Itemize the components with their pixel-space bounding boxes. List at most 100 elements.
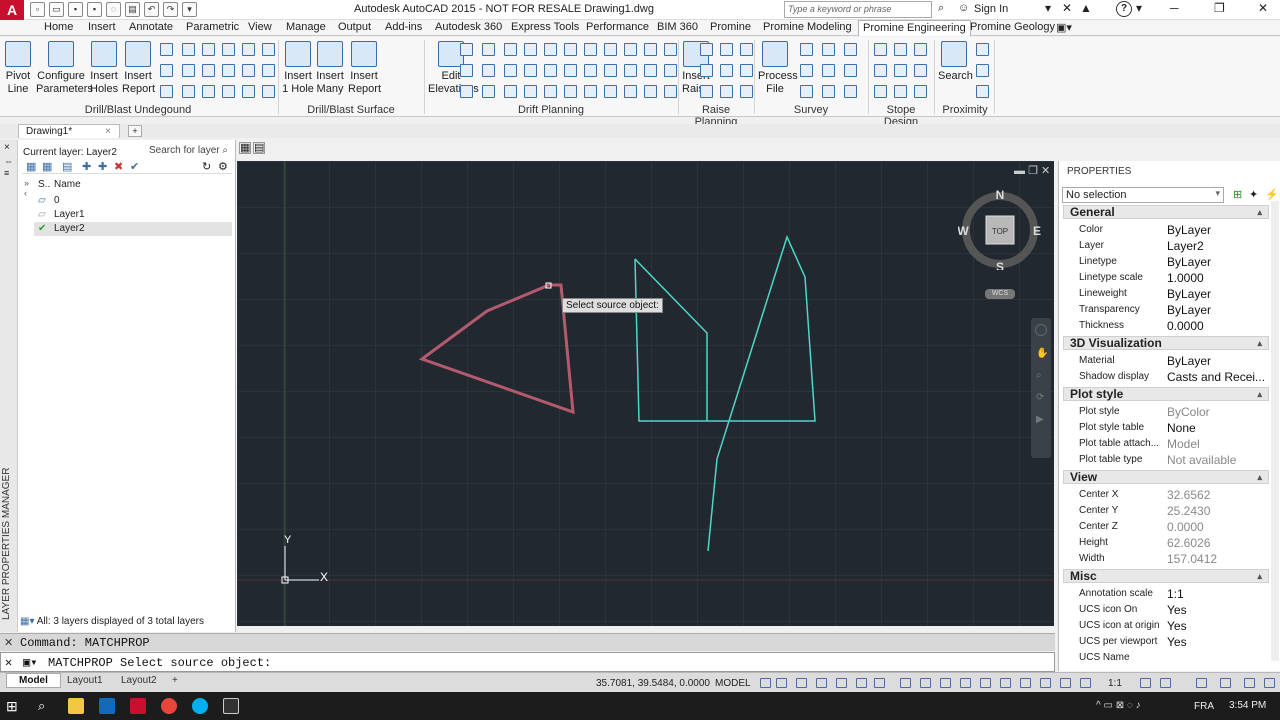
tool-icon[interactable] (564, 85, 577, 98)
property-row[interactable]: Material ByLayer (1063, 353, 1269, 369)
status-toggle-icon[interactable] (760, 678, 771, 688)
property-row[interactable]: Height 62.6026 (1063, 535, 1269, 551)
tool-icon[interactable] (584, 43, 597, 56)
maximize-icon[interactable]: ❐ (1214, 1, 1225, 15)
pivot-line-button[interactable]: Pivot Line (4, 41, 32, 96)
tool-icon[interactable] (202, 43, 215, 56)
layout-grid-icon[interactable]: ▦ (239, 142, 251, 154)
tab-output[interactable]: Output (338, 21, 371, 33)
tool-icon[interactable] (564, 43, 577, 56)
status-toggle-icon[interactable] (1264, 678, 1275, 688)
properties-scrollbar[interactable] (1271, 201, 1279, 661)
app-logo-icon[interactable]: A (0, 0, 24, 20)
tool-icon[interactable] (544, 85, 557, 98)
tool-icon[interactable] (182, 85, 195, 98)
viewport-restore-icon[interactable]: ❐ (1028, 165, 1038, 177)
tool-icon[interactable] (700, 43, 713, 56)
exchange-icon[interactable]: ✕ (1062, 1, 1072, 15)
tool-icon[interactable] (482, 43, 495, 56)
status-toggle-icon[interactable] (1020, 678, 1031, 688)
status-toggle-icon[interactable] (1060, 678, 1071, 688)
tab-add-ins[interactable]: Add-ins (385, 21, 422, 33)
command-line[interactable]: ✕ ▣▾ MATCHPROP Select source object: (0, 652, 1055, 672)
status-toggle-icon[interactable] (980, 678, 991, 688)
property-row[interactable]: Width 157.0412 (1063, 551, 1269, 567)
property-row[interactable]: Center X 32.6562 (1063, 487, 1269, 503)
tool-icon[interactable] (460, 64, 473, 77)
tool-icon[interactable] (604, 43, 617, 56)
command-settings-icon[interactable]: ✕ (4, 636, 13, 649)
tool-icon[interactable] (844, 64, 857, 77)
tool-icon[interactable] (720, 64, 733, 77)
tool-icon[interactable] (664, 64, 677, 77)
tool-icon[interactable] (644, 85, 657, 98)
status-toggle-icon[interactable] (1000, 678, 1011, 688)
tool-icon[interactable] (460, 85, 473, 98)
tool-icon[interactable] (740, 64, 753, 77)
sign-in-button[interactable]: Sign In (974, 3, 1008, 15)
set-current-icon[interactable]: ✔ (130, 160, 139, 173)
new-property-filter-icon[interactable]: ▦ (26, 160, 36, 173)
tool-icon[interactable] (624, 85, 637, 98)
tool-icon[interactable] (644, 43, 657, 56)
pan-icon[interactable]: ✋ (1036, 348, 1048, 359)
print-icon[interactable]: ▤ (125, 2, 140, 17)
property-row[interactable]: Thickness 0.0000 (1063, 318, 1269, 334)
outlook-icon[interactable] (99, 698, 115, 714)
tool-icon[interactable] (160, 43, 173, 56)
tool-icon[interactable] (262, 85, 275, 98)
search-icon[interactable]: ⌕ (38, 698, 54, 714)
panel-title-proximity[interactable]: Proximity (936, 104, 994, 116)
status-toggle-icon[interactable] (836, 678, 847, 688)
status-toggle-icon[interactable] (796, 678, 807, 688)
tool-icon[interactable] (740, 85, 753, 98)
tray-icons[interactable]: ^ ▭ ⊠ ◌ ♪ (1096, 700, 1141, 711)
tool-icon[interactable] (482, 64, 495, 77)
new-group-filter-icon[interactable]: ▦ (42, 160, 52, 173)
help-dropdown-icon[interactable]: ▾ (1136, 1, 1142, 15)
layer-row[interactable]: ▱ 0 (34, 194, 232, 208)
language-indicator[interactable]: FRA (1194, 701, 1214, 712)
property-row[interactable]: UCS Name (1063, 650, 1269, 666)
tool-icon[interactable] (584, 85, 597, 98)
tool-icon[interactable] (914, 43, 927, 56)
tool-icon[interactable] (976, 64, 989, 77)
taskbar-clock[interactable]: 3:54 PM (1229, 700, 1266, 711)
open-icon[interactable]: ▭ (49, 2, 64, 17)
tool-icon[interactable] (800, 64, 813, 77)
tool-icon[interactable] (822, 43, 835, 56)
property-section-view[interactable]: View ▴ (1063, 470, 1269, 484)
tool-icon[interactable] (262, 64, 275, 77)
status-toggle-icon[interactable] (1040, 678, 1051, 688)
tab-express-tools[interactable]: Express Tools (511, 21, 579, 33)
tool-icon[interactable] (604, 85, 617, 98)
property-row[interactable]: Lineweight ByLayer (1063, 286, 1269, 302)
command-customize-icon[interactable]: ▣▾ (23, 655, 37, 670)
tab-bim-360[interactable]: BIM 360 (657, 21, 698, 33)
tool-icon[interactable] (644, 64, 657, 77)
layer1-polyline[interactable] (418, 283, 575, 415)
compass-east-label[interactable]: E (1033, 224, 1041, 238)
palette-autohide-icon[interactable]: ⇔ (4, 156, 13, 166)
windows-start-icon[interactable]: ⊞ (6, 698, 22, 714)
tool-icon[interactable] (504, 43, 517, 56)
tool-icon[interactable] (894, 85, 907, 98)
drawing-canvas[interactable]: Y X (237, 161, 1054, 626)
tab-layout1[interactable]: Layout1 (67, 675, 103, 686)
tool-icon[interactable] (720, 85, 733, 98)
settings-icon[interactable]: ⚙ (218, 160, 228, 173)
tool-icon[interactable] (800, 85, 813, 98)
tool-icon[interactable] (720, 43, 733, 56)
tab-autodesk-360[interactable]: Autodesk 360 (435, 21, 502, 33)
tool-icon[interactable] (800, 43, 813, 56)
tab-promine-geology[interactable]: Promine Geology (970, 21, 1055, 33)
model-space-button[interactable]: MODEL (715, 678, 751, 689)
help-icon[interactable]: ? (1116, 1, 1132, 17)
chrome-icon[interactable] (161, 698, 177, 714)
redo-icon[interactable]: ↷ (163, 2, 178, 17)
viewport-minimize-icon[interactable]: ▬ (1014, 165, 1025, 177)
tab-home[interactable]: Home (44, 21, 73, 33)
status-toggle-icon[interactable] (1244, 678, 1255, 688)
layer-search-input[interactable]: Search for layer ⌕ (149, 145, 228, 156)
save-icon[interactable]: ▪ (68, 2, 83, 17)
